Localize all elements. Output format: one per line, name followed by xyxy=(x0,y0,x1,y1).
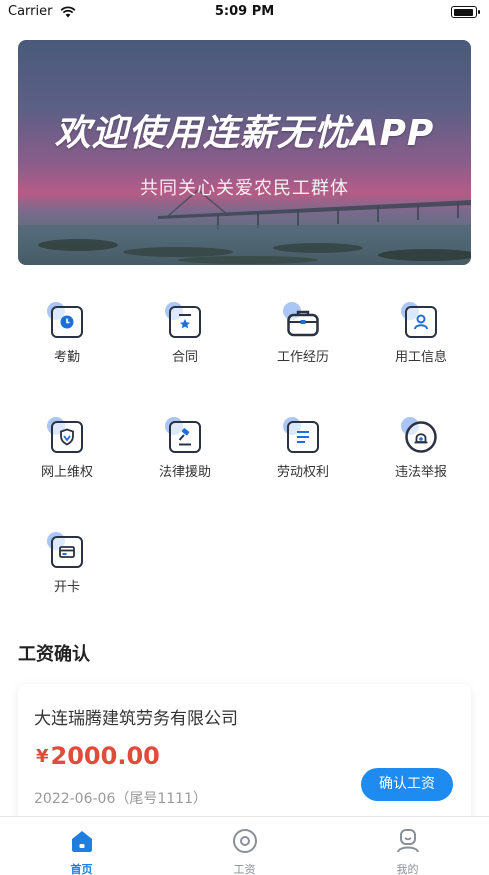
grid-item-legal-aid[interactable]: 法律援助 xyxy=(126,415,244,495)
card-icon xyxy=(47,532,83,568)
status-bar: Carrier 5:09 PM xyxy=(0,0,489,24)
tab-label: 首页 xyxy=(70,863,93,875)
tab-label: 工资 xyxy=(233,863,256,875)
grid-label: 合同 xyxy=(171,350,198,365)
briefcase-icon xyxy=(283,302,319,338)
confirm-wage-button[interactable]: 确认工资 xyxy=(361,768,453,801)
grid-item-report-violation[interactable]: 违法举报 xyxy=(362,415,480,495)
banner-subtitle: 共同关心关爱农民工群体 xyxy=(140,178,349,199)
user-card-icon xyxy=(401,302,437,338)
wage-amount: ¥2000.00 xyxy=(36,742,160,770)
clock-time: 5:09 PM xyxy=(214,4,275,19)
grid-item-employment-info[interactable]: 用工信息 xyxy=(362,300,480,380)
grid-item-online-rights[interactable]: 网上维权 xyxy=(8,415,126,495)
amount-value: 2000.00 xyxy=(50,742,160,770)
home-icon xyxy=(72,831,92,852)
bottom-tab-bar: 首页 工资 我的 xyxy=(0,816,489,875)
wage-card[interactable]: 大连瑞腾建筑劳务有限公司 ¥2000.00 2022-06-06（尾号1111）… xyxy=(18,684,471,824)
tab-mine[interactable]: 我的 xyxy=(326,823,489,875)
tab-home[interactable]: 首页 xyxy=(0,823,163,875)
tab-wage[interactable]: 工资 xyxy=(163,823,326,875)
battery-icon xyxy=(451,6,480,18)
wage-date: 2022-06-06（尾号1111） xyxy=(34,791,207,807)
tab-label: 我的 xyxy=(396,863,419,875)
grid-item-contract[interactable]: 合同 xyxy=(126,300,244,380)
grid-label: 工作经历 xyxy=(276,350,329,365)
contract-icon xyxy=(165,302,201,338)
currency-symbol: ¥ xyxy=(36,746,49,767)
alarm-icon xyxy=(401,417,437,453)
document-icon xyxy=(283,417,319,453)
banner-title: 欢迎使用连薪无忧APP xyxy=(54,113,435,154)
grid-label: 考勤 xyxy=(53,350,80,365)
grid-item-labor-rights[interactable]: 劳动权利 xyxy=(244,415,362,495)
company-name: 大连瑞腾建筑劳务有限公司 xyxy=(34,709,238,729)
grid-label: 劳动权利 xyxy=(276,465,329,480)
profile-icon xyxy=(397,829,419,853)
section-title-wage-confirm: 工资确认 xyxy=(18,644,90,665)
gavel-icon xyxy=(165,417,201,453)
grid-label: 开卡 xyxy=(53,580,80,595)
wage-icon xyxy=(233,829,257,853)
grid-label: 网上维权 xyxy=(40,465,93,480)
welcome-banner[interactable]: 欢迎使用连薪无忧APP 共同关心关爱农民工群体 xyxy=(18,40,471,265)
shield-icon xyxy=(47,417,83,453)
grid-item-work-history[interactable]: 工作经历 xyxy=(244,300,362,380)
grid-label: 用工信息 xyxy=(394,350,447,365)
grid-label: 法律援助 xyxy=(158,465,211,480)
grid-item-attendance[interactable]: 考勤 xyxy=(8,300,126,380)
grid-item-open-card[interactable]: 开卡 xyxy=(8,530,126,610)
grid-label: 违法举报 xyxy=(394,465,447,480)
clock-icon xyxy=(47,302,83,338)
